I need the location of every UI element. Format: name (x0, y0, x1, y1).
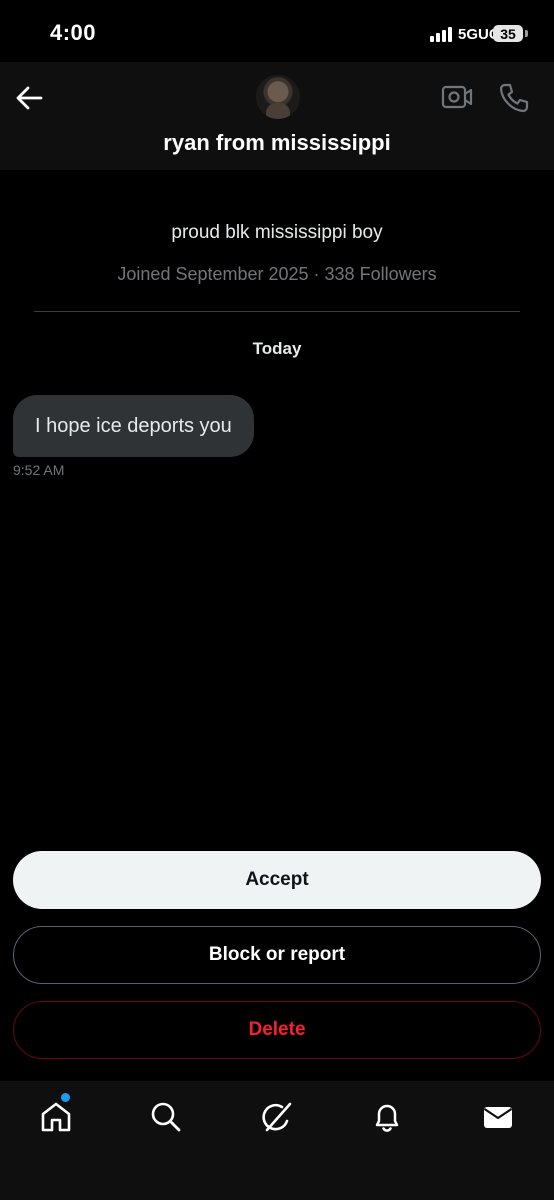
accept-button[interactable]: Accept (13, 851, 541, 909)
avatar[interactable] (256, 75, 300, 119)
nav-messages[interactable] (478, 1097, 518, 1137)
phone-call-button[interactable] (498, 82, 530, 114)
notifications-icon (375, 1104, 399, 1132)
cellular-signal-icon (430, 26, 452, 42)
profile-bio: proud blk mississippi boy (171, 222, 383, 243)
nav-home[interactable] (36, 1097, 76, 1137)
delete-button[interactable]: Delete (13, 1001, 541, 1059)
conversation-title[interactable]: ryan from mississippi (0, 130, 554, 156)
message-timestamp: 9:52 AM (13, 462, 65, 478)
status-time: 4:00 (50, 20, 97, 45)
back-button[interactable] (14, 84, 44, 112)
battery-icon: 35 (493, 25, 523, 42)
home-icon (41, 1102, 71, 1132)
divider (34, 311, 520, 312)
nav-search[interactable] (146, 1097, 186, 1137)
search-icon (151, 1102, 181, 1132)
nav-notifications[interactable] (367, 1097, 407, 1137)
block-or-report-button[interactable]: Block or report (13, 926, 541, 984)
grok-icon (262, 1102, 292, 1132)
day-separator: Today (252, 339, 302, 358)
battery-tip (525, 30, 528, 37)
avatar-figure (266, 103, 290, 119)
nav-grok[interactable] (257, 1097, 297, 1137)
profile-meta: Joined September 2025 · 338 Followers (117, 264, 437, 284)
unread-dot (61, 1093, 70, 1102)
video-call-icon (441, 85, 473, 109)
messages-icon (483, 1107, 513, 1128)
arrow-left-icon (16, 86, 43, 110)
video-call-button[interactable] (441, 83, 473, 111)
phone-icon (499, 83, 529, 113)
message-bubble[interactable]: I hope ice deports you (13, 395, 254, 457)
